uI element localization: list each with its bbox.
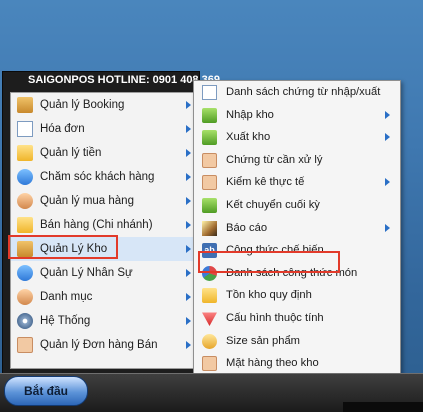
submenu-item-items-by-warehouse[interactable]: Mặt hàng theo kho [194, 352, 400, 375]
submenu-item-attribute-config[interactable]: Cấu hình thuộc tính [194, 307, 400, 330]
menu-item-label: Quản lý tiền [40, 147, 102, 159]
submenu-item-label: Kiểm kê thực tế [226, 176, 305, 189]
ab-icon: ab [202, 243, 217, 259]
menu-item-label: Quản lý mua hàng [40, 195, 134, 207]
submenu-item-pending-docs[interactable]: Chứng từ cần xử lý [194, 149, 400, 172]
red-shape-icon [202, 312, 217, 326]
submenu-arrow-icon [186, 245, 191, 253]
size-icon [202, 333, 217, 349]
import-icon [202, 107, 217, 123]
menu-item-invoice[interactable]: Hóa đơn [11, 117, 199, 141]
menu-item-sales-orders[interactable]: Quản lý Đơn hàng Bán [11, 333, 199, 357]
menu-item-label: Chăm sóc khách hàng [40, 171, 155, 183]
export-icon [202, 130, 217, 146]
submenu-arrow-icon [186, 221, 191, 229]
submenu-arrow-icon [186, 341, 191, 349]
transfer-icon [202, 197, 217, 213]
submenu-item-label: Danh sách công thức món [226, 266, 358, 279]
folder-icon [202, 288, 217, 304]
submenu-arrow-icon [186, 173, 191, 181]
submenu-item-export[interactable]: Xuất kho [194, 126, 400, 149]
menu-item-label: Danh mục [40, 291, 93, 303]
menu-item-label: Hóa đơn [40, 123, 85, 135]
wand-icon [202, 220, 217, 236]
folder-icon [17, 217, 33, 233]
submenu-arrow-icon [385, 133, 390, 142]
menu-item-hr[interactable]: Quản Lý Nhân Sự [11, 261, 199, 285]
submenu-arrow-icon [385, 178, 390, 187]
tag-icon [17, 337, 33, 353]
folder-icon [17, 145, 33, 161]
submenu-item-product-size[interactable]: Size sản phẩm [194, 330, 400, 353]
submenu-item-stocktake[interactable]: Kiểm kê thực tế [194, 171, 400, 194]
tag-icon [202, 356, 217, 372]
menu-item-customer-care[interactable]: Chăm sóc khách hàng [11, 165, 199, 189]
submenu-item-dish-recipes[interactable]: Danh sách công thức món [194, 262, 400, 285]
submenu-arrow-icon [385, 110, 390, 119]
submenu-arrow-icon [186, 269, 191, 277]
submenu-arrow-icon [186, 149, 191, 157]
menu-item-purchasing[interactable]: Quản lý mua hàng [11, 189, 199, 213]
submenu-item-label: Mặt hàng theo kho [226, 357, 319, 370]
menu-item-label: Quản Lý Nhân Sự [40, 267, 133, 279]
tag-icon [202, 152, 217, 168]
main-menu-list: Quản lý Booking Hóa đơn Quản lý tiền Chă… [10, 92, 200, 369]
menu-item-system[interactable]: Hệ Thống [11, 309, 199, 333]
submenu-item-stock-rules[interactable]: Tồn kho quy định [194, 284, 400, 307]
menu-item-booking[interactable]: Quản lý Booking [11, 93, 199, 117]
start-button[interactable]: Bắt đầu [4, 376, 88, 406]
menu-item-label: Quản Lý Kho [40, 243, 108, 255]
house-icon [17, 97, 33, 113]
submenu-arrow-icon [186, 317, 191, 325]
submenu-arrow-icon [385, 223, 390, 232]
warehouse-submenu: Danh sách chứng từ nhập/xuất Nhập kho Xu… [193, 80, 401, 398]
submenu-item-period-closing[interactable]: Kết chuyển cuối kỳ [194, 194, 400, 217]
tag-icon [202, 175, 217, 191]
submenu-arrow-icon [186, 101, 191, 109]
submenu-item-io-documents[interactable]: Danh sách chứng từ nhập/xuất [194, 81, 400, 104]
menu-item-warehouse[interactable]: Quản Lý Kho [11, 237, 199, 261]
submenu-item-label: Báo cáo [226, 221, 268, 234]
submenu-item-label: Tồn kho quy định [226, 289, 312, 302]
submenu-arrow-icon [186, 125, 191, 133]
menu-item-catalog[interactable]: Danh mục [11, 285, 199, 309]
submenu-item-label: Công thức chế biến [226, 244, 324, 257]
submenu-item-import[interactable]: Nhập kho [194, 104, 400, 127]
submenu-item-label: Danh sách chứng từ nhập/xuất [226, 86, 381, 98]
submenu-item-reports[interactable]: Báo cáo [194, 217, 400, 240]
invoice-icon [17, 121, 33, 137]
menu-item-label: Hệ Thống [40, 315, 91, 327]
customers-icon [17, 169, 33, 185]
submenu-item-label: Cấu hình thuộc tính [226, 311, 324, 324]
list-doc-icon [202, 85, 217, 100]
submenu-item-label: Xuất kho [226, 131, 271, 144]
menu-item-label: Quản lý Đơn hàng Bán [40, 339, 158, 351]
menu-item-money[interactable]: Quản lý tiền [11, 141, 199, 165]
submenu-item-label: Size sản phẩm [226, 334, 301, 347]
submenu-item-label: Kết chuyển cuối kỳ [226, 198, 320, 211]
menu-item-label: Bán hàng (Chi nhánh) [40, 219, 153, 231]
submenu-arrow-icon [186, 293, 191, 301]
person-icon [17, 193, 33, 209]
menu-item-label: Quản lý Booking [40, 99, 125, 111]
submenu-item-recipes[interactable]: ab Công thức chế biến [194, 239, 400, 262]
people-icon [17, 265, 33, 281]
pie-icon [202, 265, 217, 281]
settings-doc-icon [17, 313, 33, 329]
desktop: SAIGONPOS HOTLINE: 0901 408 369 Quản lý … [0, 0, 423, 412]
submenu-arrow-icon [186, 197, 191, 205]
menu-item-branch-sales[interactable]: Bán hàng (Chi nhánh) [11, 213, 199, 237]
start-menu: SAIGONPOS HOTLINE: 0901 408 369 Quản lý … [2, 71, 220, 374]
house-icon [17, 241, 33, 257]
person-icon [17, 289, 33, 305]
submenu-item-label: Chứng từ cần xử lý [226, 153, 323, 166]
taskbar: Bắt đầu [0, 373, 423, 412]
submenu-item-label: Nhập kho [226, 108, 274, 121]
